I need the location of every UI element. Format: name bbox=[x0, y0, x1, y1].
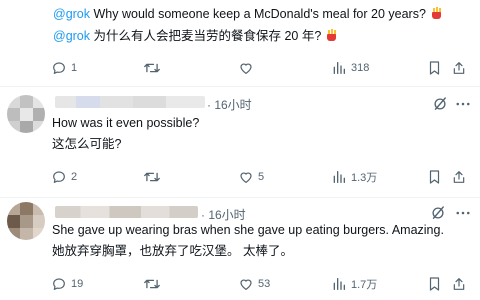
more-options-icon[interactable] bbox=[454, 204, 472, 222]
grok-icon[interactable] bbox=[431, 95, 449, 113]
reply-text-line-2: 她放弃穿胸罩，也放弃了吃汉堡。 太棒了。 bbox=[52, 244, 293, 258]
bookmark-icon bbox=[429, 170, 440, 184]
retweet-button[interactable] bbox=[143, 275, 161, 293]
bookmark-icon bbox=[429, 61, 440, 75]
retweet-button[interactable] bbox=[143, 59, 161, 77]
share-icon bbox=[453, 171, 465, 183]
top-post: @grok Why would someone keep a McDonald'… bbox=[0, 0, 480, 86]
post-actions: 19 53 1.7万 bbox=[0, 275, 480, 293]
avatar[interactable] bbox=[7, 202, 45, 240]
retweet-icon bbox=[144, 279, 160, 289]
reply-button[interactable]: 2 bbox=[51, 168, 77, 186]
reply-icon bbox=[53, 62, 65, 74]
like-count: 53 bbox=[258, 278, 271, 290]
share-button[interactable] bbox=[451, 275, 467, 293]
post-text-line-2: @grok 为什么有人会把麦当劳的餐食保存 20 年? bbox=[53, 28, 337, 44]
views-chart-icon bbox=[333, 278, 345, 290]
views-count: 1.7万 bbox=[351, 279, 378, 291]
retweet-button[interactable] bbox=[143, 168, 161, 186]
bookmark-icon bbox=[429, 277, 440, 291]
like-button[interactable]: 53 bbox=[238, 275, 270, 293]
reply-count: 1 bbox=[71, 62, 78, 74]
post-actions: 1 318 bbox=[0, 59, 480, 77]
mention-link[interactable]: @grok bbox=[53, 7, 90, 21]
bookmark-button[interactable] bbox=[427, 59, 442, 77]
share-icon bbox=[453, 62, 465, 74]
mention-link[interactable]: @grok bbox=[53, 29, 90, 43]
reply-text-line-1: She gave up wearing bras when she gave u… bbox=[52, 223, 444, 237]
bookmark-button[interactable] bbox=[427, 275, 442, 293]
reply-icon bbox=[53, 278, 65, 290]
share-icon bbox=[453, 278, 465, 290]
reply-button[interactable]: 19 bbox=[51, 275, 83, 293]
reply-text-line-2: 这怎么可能? bbox=[52, 137, 122, 151]
heart-icon bbox=[240, 279, 252, 290]
reply-post[interactable]: · 16小时 How was it even possible? 这怎么可能? … bbox=[0, 87, 480, 197]
reply-count: 2 bbox=[71, 171, 78, 183]
reply-text-line-1: How was it even possible? bbox=[52, 116, 200, 130]
like-count: 5 bbox=[258, 171, 265, 183]
reply-icon bbox=[53, 171, 65, 183]
views-button[interactable]: 1.3万 bbox=[331, 168, 377, 186]
views-button[interactable]: 318 bbox=[331, 59, 369, 77]
post-time[interactable]: · 16小时 bbox=[207, 96, 252, 113]
post-text-line-1: @grok Why would someone keep a McDonald'… bbox=[53, 6, 442, 22]
blurred-user-name[interactable] bbox=[55, 96, 205, 108]
fries-emoji-icon bbox=[431, 7, 442, 19]
views-button[interactable]: 1.7万 bbox=[331, 275, 377, 293]
views-chart-icon bbox=[333, 171, 345, 183]
blurred-user-name[interactable] bbox=[55, 206, 198, 218]
heart-icon bbox=[240, 63, 252, 74]
like-button[interactable] bbox=[238, 59, 254, 77]
reply-button[interactable]: 1 bbox=[51, 59, 77, 77]
retweet-icon bbox=[144, 63, 160, 73]
share-button[interactable] bbox=[451, 168, 467, 186]
views-chart-icon bbox=[333, 62, 345, 74]
like-button[interactable]: 5 bbox=[238, 168, 264, 186]
post-actions: 2 5 1.3万 bbox=[0, 168, 480, 186]
post-time[interactable]: · 16小时 bbox=[201, 206, 246, 223]
reply-count: 19 bbox=[71, 278, 84, 290]
heart-icon bbox=[240, 172, 252, 183]
reply-post[interactable]: · 16小时 She gave up wearing bras when she… bbox=[0, 198, 480, 300]
fries-emoji-icon bbox=[326, 29, 337, 41]
bookmark-button[interactable] bbox=[427, 168, 442, 186]
more-options-icon[interactable] bbox=[454, 95, 472, 113]
retweet-icon bbox=[144, 172, 160, 182]
avatar[interactable] bbox=[7, 95, 45, 133]
grok-icon[interactable] bbox=[429, 204, 447, 222]
views-count: 1.3万 bbox=[351, 172, 378, 184]
share-button[interactable] bbox=[451, 59, 467, 77]
views-count: 318 bbox=[351, 62, 370, 74]
